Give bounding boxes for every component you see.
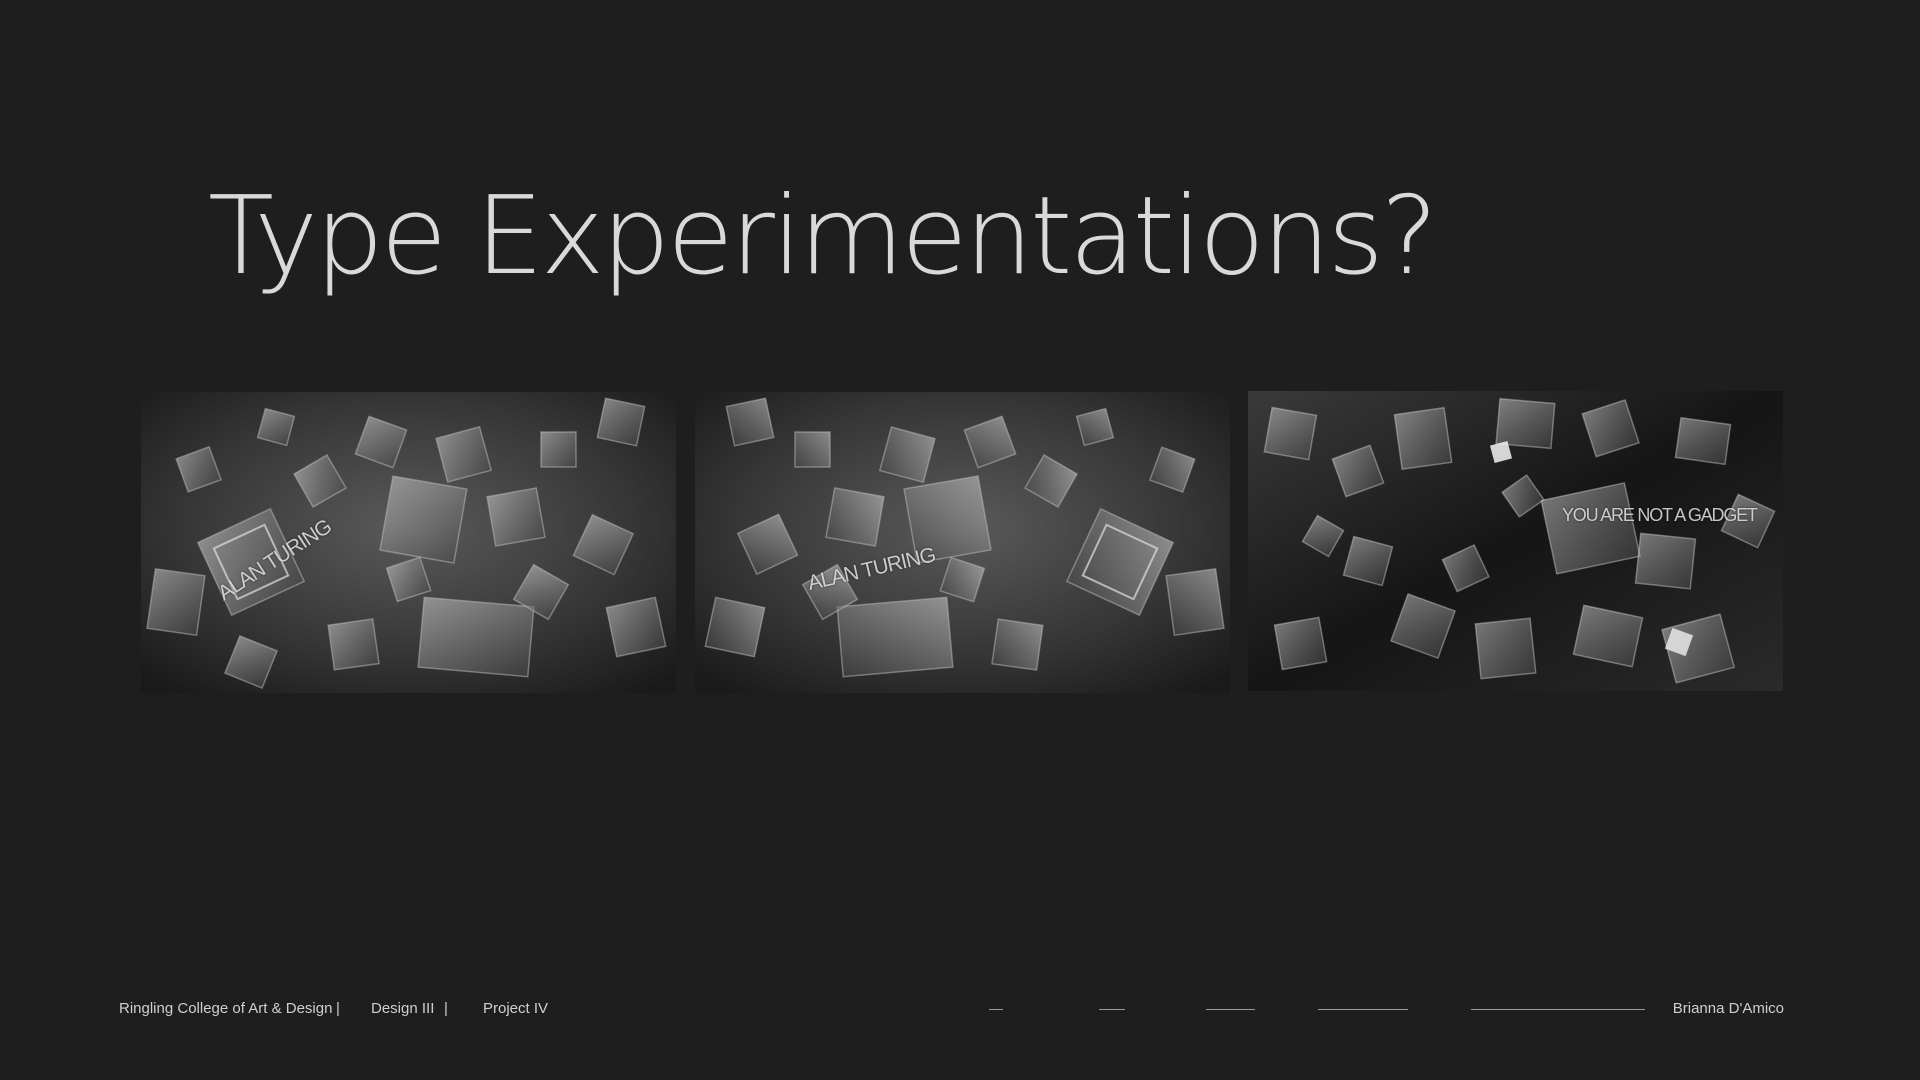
footer-separator: | xyxy=(336,1000,340,1017)
image-gallery: ALAN TURING ALAN TURING YOU ARE NOT A GA… xyxy=(141,391,1783,693)
crystal-photo-2: ALAN TURING xyxy=(695,392,1230,693)
footer-author: Brianna D'Amico xyxy=(1672,1000,1784,1017)
footer-course: Design III xyxy=(371,1000,435,1017)
footer-school: Ringling College of Art & Design xyxy=(119,1000,333,1017)
footer-separator: | xyxy=(444,1000,448,1017)
slide-footer: Ringling College of Art & Design | Desig… xyxy=(0,1000,1920,1020)
progress-dash-4 xyxy=(1318,1009,1408,1010)
progress-dash-2 xyxy=(1099,1009,1125,1010)
progress-dash-1 xyxy=(989,1009,1003,1010)
slide-title: Type Experimentations? xyxy=(208,174,1438,299)
crystal-photo-1: ALAN TURING xyxy=(141,392,676,693)
progress-dash-3 xyxy=(1206,1009,1255,1010)
progress-dash-5 xyxy=(1471,1009,1645,1010)
crystal-photo-3: YOU ARE NOT A GADGET xyxy=(1248,391,1783,691)
footer-project: Project IV xyxy=(483,1000,549,1017)
photo-caption-not-a-gadget: YOU ARE NOT A GADGET xyxy=(1562,505,1758,525)
